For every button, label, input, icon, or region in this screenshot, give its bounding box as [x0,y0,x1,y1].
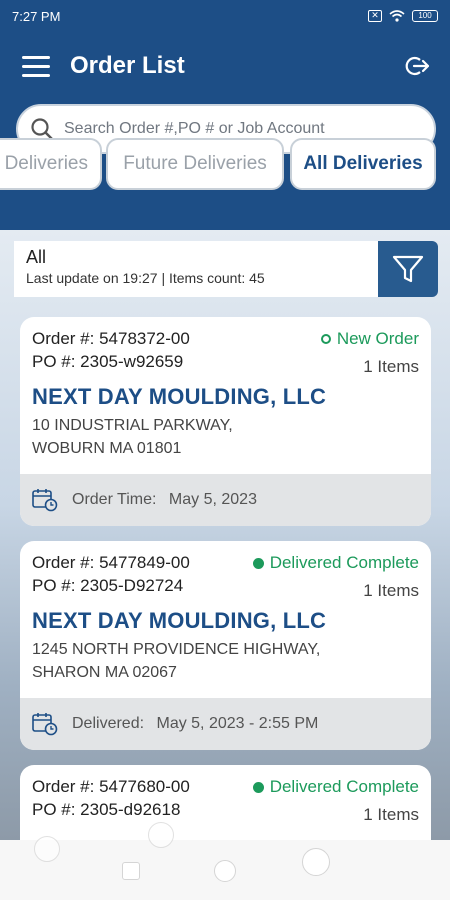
status-text: Delivered Complete [269,553,419,572]
menu-icon[interactable] [22,56,50,78]
floating-dot [148,822,174,848]
po-number: PO #: 2305-d92618 [32,800,181,819]
filter-title: All [26,247,47,267]
status-badge: New Order [320,329,419,349]
calendar-clock-icon [32,713,58,736]
system-nav-bar [0,822,450,900]
last-update: Last update on 19:27 [26,270,158,286]
tab-deliveries[interactable]: Deliveries [0,138,102,190]
po-number: PO #: 2305-w92659 [32,352,184,371]
status-dot-icon [252,781,264,793]
footer-value: May 5, 2023 [168,491,257,508]
footer-label: Order Time: [72,491,157,508]
company-name: NEXT DAY MOULDING, LLC [32,384,327,409]
no-sim-icon: ✕ [368,10,382,22]
page-title: Order List [70,52,185,79]
tab-all-deliveries[interactable]: All Deliveries [290,138,436,190]
filter-button[interactable] [378,241,438,297]
filter-bar: All Last update on 19:27 | Items count: … [14,241,438,297]
order-card-footer: Delivered: May 5, 2023 - 2:55 PM [20,698,431,750]
items-count: 1 Items [363,805,419,824]
status-time: 7:27 PM [12,8,61,24]
order-card-body: Order #: 5477680-00 PO #: 2305-d92618 De… [20,765,431,840]
status-bar: 7:27 PM ✕ 100 [0,0,450,32]
back-button[interactable] [302,848,330,876]
items-count: 1 Items [363,357,419,376]
status-text: Delivered Complete [269,777,419,796]
footer-value: May 5, 2023 - 2:55 PM [156,715,319,732]
status-text: New Order [336,329,419,348]
battery-icon: 100 [412,10,438,22]
status-badge: Delivered Complete [252,777,419,797]
address: 1245 NORTH PROVIDENCE HIGHWAY, SHARON MA… [32,638,419,684]
status-dot-icon [252,557,264,569]
order-card-body: Order #: 5478372-00 PO #: 2305-w92659 Ne… [20,317,431,474]
order-card[interactable]: Order #: 5477849-00 PO #: 2305-D92724 De… [20,541,431,750]
footer-label: Delivered: [72,715,145,732]
address-line-1: 10 INDUSTRIAL PARKWAY, [32,417,233,434]
address-line-2: WOBURN MA 01801 [32,440,182,457]
app-header: Order List Search Order #,PO # or Job Ac… [0,32,450,230]
order-card-body: Order #: 5477849-00 PO #: 2305-D92724 De… [20,541,431,698]
order-card[interactable]: Order #: 5478372-00 PO #: 2305-w92659 Ne… [20,317,431,526]
filter-info: All Last update on 19:27 | Items count: … [14,241,378,297]
wifi-icon [389,10,405,22]
logout-icon[interactable] [404,54,430,78]
address: 10 INDUSTRIAL PARKWAY, WOBURN MA 01801 [32,414,419,460]
po-number: PO #: 2305-D92724 [32,576,184,595]
address-line-2: SHARON MA 02067 [32,664,177,681]
recent-apps-button[interactable] [122,862,140,880]
status-icons: ✕ 100 [368,10,438,22]
home-button[interactable] [214,860,236,882]
status-dot-icon [320,334,331,344]
tab-label: All Deliveries [303,153,423,174]
filter-subtitle: Last update on 19:27 | Items count: 45 [26,270,366,286]
tab-future-deliveries[interactable]: Future Deliveries [106,138,284,190]
tab-label: Future Deliveries [123,153,267,174]
filter-icon [392,255,424,283]
tab-label: Deliveries [4,153,88,174]
status-badge: Delivered Complete [252,553,419,573]
order-card[interactable]: Order #: 5477680-00 PO #: 2305-d92618 De… [20,765,431,840]
calendar-clock-icon [32,489,58,512]
items-count: | Items count: 45 [161,270,265,286]
search-placeholder: Search Order #,PO # or Job Account [64,120,325,137]
address-line-1: 1245 NORTH PROVIDENCE HIGHWAY, [32,641,321,658]
delivery-tabs: Deliveries Future Deliveries All Deliver… [0,138,450,196]
order-card-footer: Order Time: May 5, 2023 [20,474,431,526]
footer-text: Delivered: May 5, 2023 - 2:55 PM [72,715,318,733]
floating-dot [34,836,60,862]
company-name: NEXT DAY MOULDING, LLC [32,608,327,633]
items-count: 1 Items [363,581,419,600]
footer-text: Order Time: May 5, 2023 [72,491,257,509]
